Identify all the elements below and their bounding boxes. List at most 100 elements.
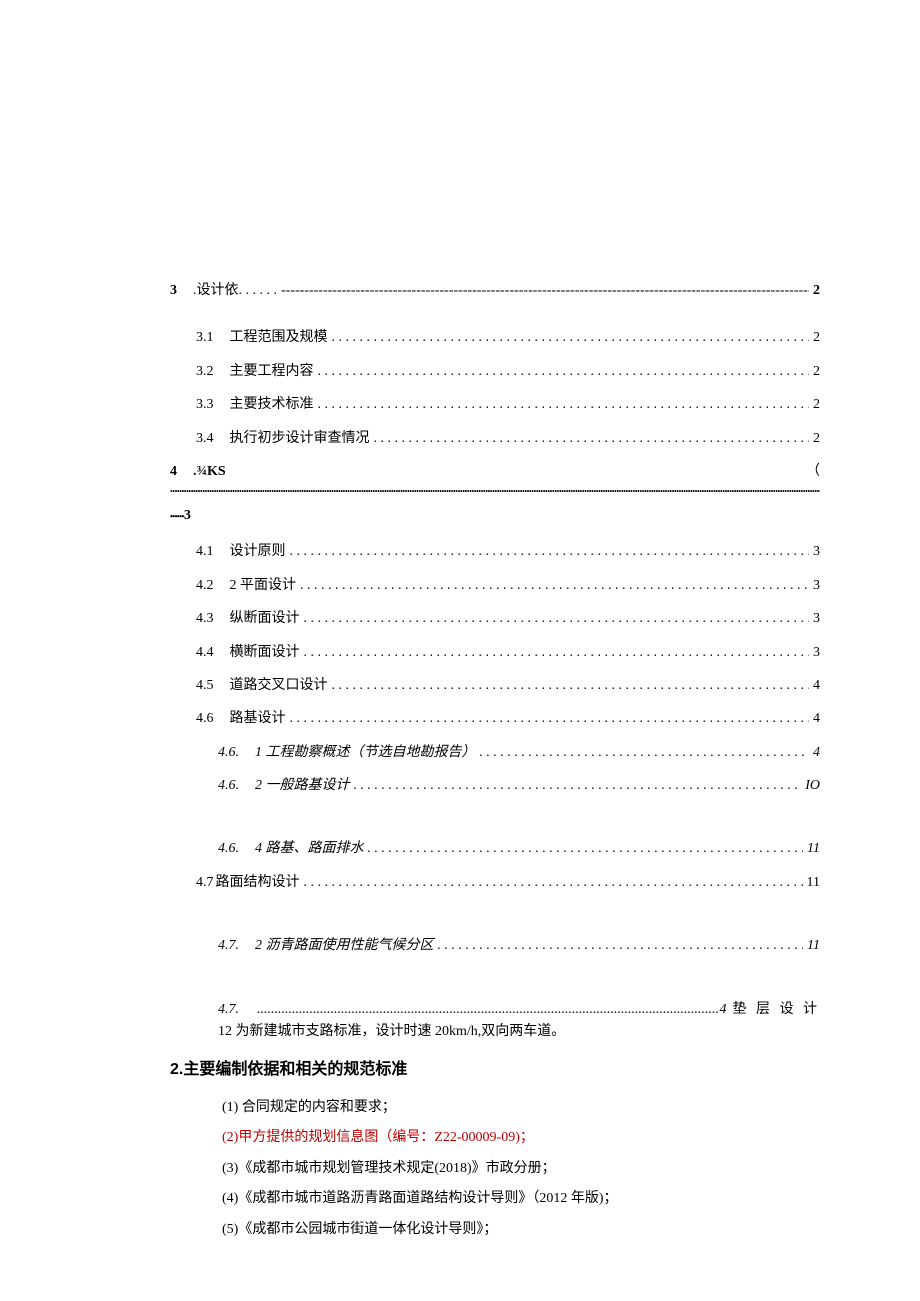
toc-section-3: 3 .设计依. . . . . . 2 (170, 280, 820, 302)
toc-page: 4 (813, 742, 820, 764)
toc-num: 4.6. (218, 838, 239, 860)
toc-4-5: 4.5 道路交叉口设计 4 (170, 675, 820, 697)
section-4-cont: ••••••3 (170, 505, 820, 527)
toc-title: 道路交叉口设计 (230, 675, 328, 697)
toc-title: 设计原则 (230, 541, 286, 563)
toc-section-4: 4 .¾KS （ (170, 461, 820, 483)
toc-4-6-1: 4.6. 1 工程勘察概述（节选自地勘报告） 4 (170, 742, 820, 764)
toc-num: 4.3 (196, 608, 214, 630)
toc-3-3: 3.3 主要技术标准 2 (170, 394, 820, 416)
toc-page: 4 (813, 708, 820, 730)
toc-num: 4.2 (196, 575, 214, 597)
basis-list: (1) 合同规定的内容和要求； (2)甲方提供的规划信息图（编号：Z22-000… (170, 1097, 820, 1241)
toc-num: 3 (170, 280, 177, 302)
leader (480, 742, 810, 756)
toc-4-7: 4.7 路面结构设计 11 (170, 872, 820, 894)
leader (304, 642, 810, 656)
toc-num: 4.1 (196, 541, 214, 563)
toc-page: 11 (807, 838, 820, 860)
toc-3-2: 3.2 主要工程内容 2 (170, 361, 820, 383)
toc-title: 横断面设计 (230, 642, 300, 664)
toc-title: 2 沥青路面使用性能气候分区 (255, 935, 434, 957)
leader (290, 708, 810, 722)
leader (368, 838, 804, 852)
toc-title: .设计依. . . . . . (193, 280, 277, 302)
toc-num: 4.7. (218, 999, 239, 1021)
toc-4-3: 4.3 纵断面设计 3 (170, 608, 820, 630)
leader-thin (257, 999, 718, 1013)
leader (438, 935, 804, 949)
toc-title: 2 一般路基设计 (255, 775, 350, 797)
toc-title: 路基设计 (230, 708, 286, 730)
toc-page: 2 (813, 327, 820, 349)
toc-title: 纵断面设计 (230, 608, 300, 630)
toc-page: 3 (813, 608, 820, 630)
toc-num: 4.7. (218, 935, 239, 957)
toc-page: 11 (807, 872, 820, 894)
dense-leader-line: ••••••••••••••••••••••••••••••••••••••••… (170, 487, 820, 497)
toc-title: 执行初步设计审查情况 (230, 428, 370, 450)
toc-page: 11 (807, 935, 820, 957)
toc-page: 3 (813, 575, 820, 597)
toc-page: IO (805, 775, 820, 797)
dense-dots: •••••• (170, 512, 184, 521)
open-paren: （ (806, 461, 820, 483)
body-line-12: 12 为新建城市支路标准，设计时速 20km/h,双向两车道。 (170, 1021, 820, 1043)
toc-page: 2 (813, 361, 820, 383)
toc-num: 4.6. (218, 742, 239, 764)
toc-page: 3 (813, 541, 820, 563)
toc-3-4: 3.4 执行初步设计审查情况 2 (170, 428, 820, 450)
toc-4-7-2: 4.7. 2 沥青路面使用性能气候分区 11 (170, 935, 820, 957)
list-item: (3)《成都市城市规划管理技术规定(2018)》市政分册； (222, 1158, 820, 1180)
toc-3-1: 3.1 工程范围及规模 2 (170, 327, 820, 349)
toc-page: 3 (184, 508, 191, 523)
toc-title: 主要技术标准 (230, 394, 314, 416)
leader (318, 394, 810, 408)
toc-page: 2 (813, 394, 820, 416)
toc-num: 3.4 (196, 428, 214, 450)
toc-4-4: 4.4 横断面设计 3 (170, 642, 820, 664)
toc-num: 3.1 (196, 327, 214, 349)
toc-num: 4.7 (196, 872, 214, 894)
toc-title: 工程范围及规模 (230, 327, 328, 349)
leader (332, 675, 810, 689)
toc-title: 2 平面设计 (230, 575, 297, 597)
leader (304, 872, 803, 886)
section-heading-2: 2.主要编制依据和相关的规范标准 (170, 1057, 820, 1083)
toc-title: .¾KS (193, 461, 226, 483)
toc-4-2: 4.2 2 平面设计 3 (170, 575, 820, 597)
toc-page: 2 (813, 428, 820, 450)
toc-num: 4.5 (196, 675, 214, 697)
toc-num: 4.4 (196, 642, 214, 664)
toc-title: 4 路基、路面排水 (255, 838, 364, 860)
leader (354, 775, 802, 789)
toc-page: 2 (813, 280, 820, 302)
leader (304, 608, 810, 622)
toc-num: 3.3 (196, 394, 214, 416)
toc-4-6-2: 4.6. 2 一般路基设计 IO (170, 775, 820, 797)
leader (318, 361, 810, 375)
list-item: (4)《成都市城市道路沥青路面道路结构设计导则》（2012 年版)； (222, 1188, 820, 1210)
toc-4-6-4: 4.6. 4 路基、路面排水 11 (170, 838, 820, 860)
leader (300, 575, 809, 589)
leader (290, 541, 810, 555)
toc-4-1: 4.1 设计原则 3 (170, 541, 820, 563)
toc-title: 路面结构设计 (216, 872, 300, 894)
list-item: (1) 合同规定的内容和要求； (222, 1097, 820, 1119)
list-item: (5)《成都市公园城市街道一体化设计导则》； (222, 1219, 820, 1241)
leader (332, 327, 810, 341)
toc-num: 3.2 (196, 361, 214, 383)
leader-dash (281, 280, 809, 294)
toc-title: 主要工程内容 (230, 361, 314, 383)
list-item: (2)甲方提供的规划信息图（编号：Z22-00009-09)； (222, 1127, 820, 1149)
toc-num: 4 (170, 461, 177, 483)
toc-page: 4 (720, 999, 727, 1021)
toc-num: 4.6 (196, 708, 214, 730)
leader (374, 428, 810, 442)
toc-num: 4.6. (218, 775, 239, 797)
toc-page: 4 (813, 675, 820, 697)
toc-4-7-4: 4.7. 4 垫 层 设 计 (170, 999, 820, 1021)
toc-4-6: 4.6 路基设计 4 (170, 708, 820, 730)
toc-tail-text: 垫 层 设 计 (733, 999, 821, 1021)
toc-page: 3 (813, 642, 820, 664)
